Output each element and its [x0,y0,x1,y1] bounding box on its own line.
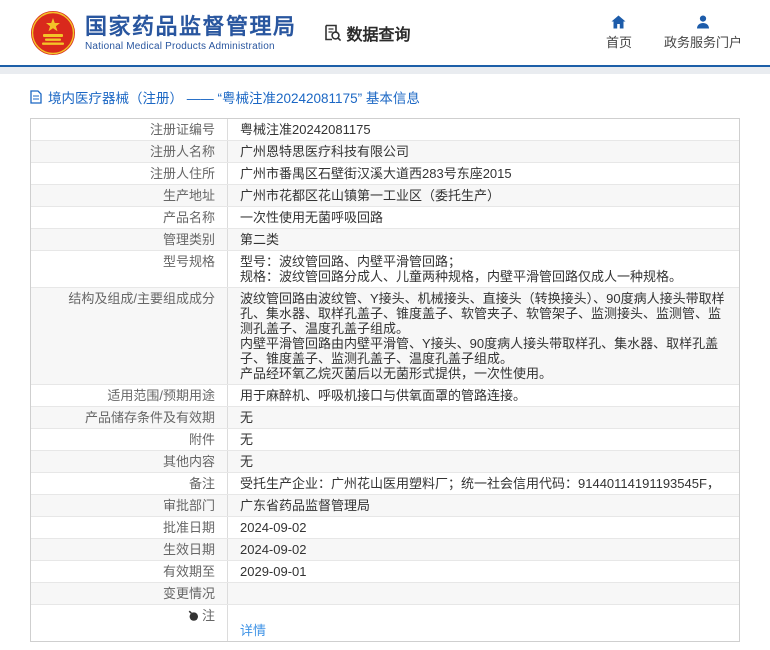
row-label: 有效期至 [31,561,228,582]
row-value: 无 [228,451,739,472]
row-label: 注册人名称 [31,141,228,162]
row-label: 变更情况 [31,583,228,604]
info-table: 注册证编号 粤械注准20242081175 注册人名称 广州恩特思医疗科技有限公… [30,118,740,642]
table-row: 注册人名称 广州恩特思医疗科技有限公司 [31,140,739,162]
row-label: 备注 [31,473,228,494]
nmpa-logo[interactable]: 国家药品监督管理局 National Medical Products Admi… [30,10,297,56]
document-icon [30,90,42,104]
header-nav: 首页 政务服务门户 [606,15,748,51]
row-label: 产品储存条件及有效期 [31,407,228,428]
table-row: 其他内容 无 [31,450,739,472]
row-value: 型号：波纹管回路、内壁平滑管回路； 规格：波纹管回路分成人、儿童两种规格，内壁平… [228,251,739,287]
home-icon [611,15,626,29]
site-subtitle: National Medical Products Administration [85,41,297,52]
nav-portal[interactable]: 政务服务门户 [664,15,742,51]
row-value: 2029-09-01 [228,561,739,582]
row-label-text: 注 [202,608,215,623]
main-content: 境内医疗器械（注册） —— “粤械注准20242081175” 基本信息 注册证… [0,74,770,650]
table-row: 生产地址 广州市花都区花山镇第一工业区（委托生产） [31,184,739,206]
row-value: 波纹管回路由波纹管、Y接头、机械接头、直接头（转换接头）、90度病人接头带取样孔… [228,288,739,384]
table-row: 备注 受托生产企业：广州花山医用塑料厂；统一社会信用代码：91440114191… [31,472,739,494]
row-value: 无 [228,429,739,450]
row-value: 受托生产企业：广州花山医用塑料厂；统一社会信用代码：91440114191193… [228,473,739,494]
row-value: 广州市花都区花山镇第一工业区（委托生产） [228,185,739,206]
table-row: 生效日期 2024-09-02 [31,538,739,560]
data-query-tab[interactable]: 数据查询 [323,21,411,45]
table-row: 型号规格 型号：波纹管回路、内壁平滑管回路； 规格：波纹管回路分成人、儿童两种规… [31,250,739,287]
table-row: 有效期至 2029-09-01 [31,560,739,582]
data-query-label: 数据查询 [347,21,411,45]
table-row: 审批部门 广东省药品监督管理局 [31,494,739,516]
header-gap-strip [0,67,770,74]
row-value [228,583,739,604]
detail-link[interactable]: 详情 [240,623,266,638]
user-icon [696,15,710,29]
row-label: 注 [31,605,228,641]
nav-portal-label: 政务服务门户 [664,32,742,51]
row-label: 型号规格 [31,251,228,287]
row-value: 粤械注准20242081175 [228,119,739,140]
table-row: 适用范围/预期用途 用于麻醉机、呼吸机接口与供氧面罩的管路连接。 [31,384,739,406]
row-value: 广州市番禺区石壁街汉溪大道西283号东座2015 [228,163,739,184]
app-header: 国家药品监督管理局 National Medical Products Admi… [0,0,770,67]
table-row: 管理类别 第二类 [31,228,739,250]
row-label: 生产地址 [31,185,228,206]
row-value: 广东省药品监督管理局 [228,495,739,516]
row-label: 注册人住所 [31,163,228,184]
table-row: 注 详情 [31,604,739,641]
row-value: 第二类 [228,229,739,250]
doc-search-icon [323,23,342,42]
table-row: 注册人住所 广州市番禺区石壁街汉溪大道西283号东座2015 [31,162,739,184]
row-label: 生效日期 [31,539,228,560]
table-row: 产品储存条件及有效期 无 [31,406,739,428]
table-row: 附件 无 [31,428,739,450]
breadcrumb-text: 境内医疗器械（注册） —— “粤械注准20242081175” 基本信息 [48,87,420,107]
row-value: 无 [228,407,739,428]
row-value: 详情 [228,605,739,641]
row-label: 结构及组成/主要组成成分 [31,288,228,384]
row-label: 其他内容 [31,451,228,472]
row-label: 批准日期 [31,517,228,538]
breadcrumb: 境内医疗器械（注册） —— “粤械注准20242081175” 基本信息 [0,74,770,116]
row-label: 适用范围/预期用途 [31,385,228,406]
table-row: 产品名称 一次性使用无菌呼吸回路 [31,206,739,228]
nav-home-label: 首页 [606,32,632,51]
nav-home[interactable]: 首页 [606,15,632,51]
row-label: 审批部门 [31,495,228,516]
table-row: 结构及组成/主要组成成分 波纹管回路由波纹管、Y接头、机械接头、直接头（转换接头… [31,287,739,384]
table-row: 注册证编号 粤械注准20242081175 [31,119,739,140]
row-value: 2024-09-02 [228,539,739,560]
row-value: 一次性使用无菌呼吸回路 [228,207,739,228]
table-row: 批准日期 2024-09-02 [31,516,739,538]
row-label: 产品名称 [31,207,228,228]
national-emblem-icon [30,10,76,56]
row-value: 2024-09-02 [228,517,739,538]
row-label: 管理类别 [31,229,228,250]
row-label: 附件 [31,429,228,450]
row-value: 用于麻醉机、呼吸机接口与供氧面罩的管路连接。 [228,385,739,406]
site-title: 国家药品监督管理局 [85,14,297,40]
table-row: 变更情况 [31,582,739,604]
bulb-icon [188,610,199,622]
row-value: 广州恩特思医疗科技有限公司 [228,141,739,162]
row-label: 注册证编号 [31,119,228,140]
